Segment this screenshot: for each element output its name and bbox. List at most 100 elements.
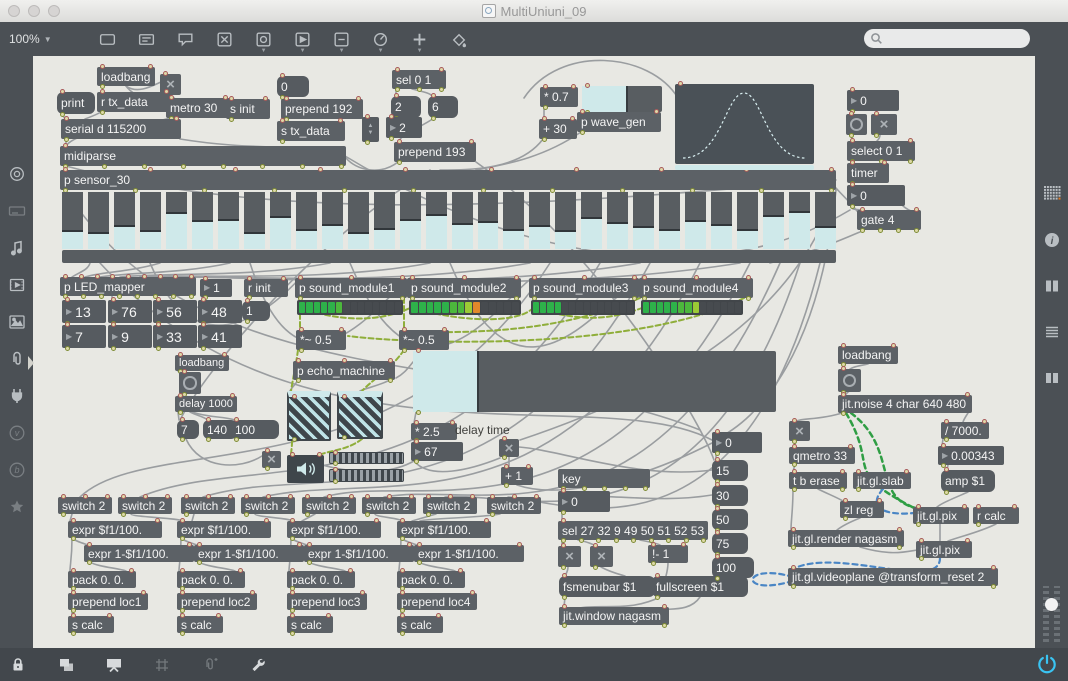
button-tr[interactable] <box>846 111 867 138</box>
multislider-column[interactable] <box>763 192 785 249</box>
gain-h1[interactable] <box>329 450 404 466</box>
toggle-qmetro[interactable]: × <box>789 418 810 444</box>
layers-icon[interactable] <box>56 655 76 675</box>
obj-r-calc[interactable]: r calc <box>973 504 1019 527</box>
obj-jit-gl-pix-1[interactable]: jit.gl.pix <box>913 504 969 527</box>
slider-wave[interactable] <box>582 83 662 115</box>
gain-h2[interactable] <box>329 467 404 484</box>
multislider-column[interactable] <box>711 192 733 249</box>
obj-gate-4[interactable]: gate 4 <box>857 207 921 233</box>
obj-switch2-3[interactable]: switch 2 <box>181 494 235 517</box>
incdec-1[interactable]: ▲ ▼ <box>362 114 379 145</box>
new-object-icon[interactable] <box>94 25 122 53</box>
msg-75[interactable]: 75 <box>712 530 748 557</box>
gain-v1[interactable] <box>287 391 331 442</box>
multislider-column[interactable] <box>399 192 421 249</box>
obj-prepend-loc3[interactable]: prepend loc3 <box>287 590 367 613</box>
obj-switch2-1[interactable]: switch 2 <box>58 494 112 517</box>
obj-s-calc-3[interactable]: s calc <box>287 613 333 636</box>
msg-100b[interactable]: 100 <box>712 554 754 581</box>
multislider-column[interactable] <box>191 192 213 249</box>
multislider-column[interactable] <box>113 192 135 249</box>
obj-prepend-loc2[interactable]: prepend loc2 <box>177 590 257 613</box>
multislider-column[interactable] <box>321 192 343 249</box>
obj-sound-module3[interactable]: p sound_module3 <box>529 275 639 301</box>
image-browser-icon[interactable] <box>7 312 27 332</box>
obj-switch2-4[interactable]: switch 2 <box>241 494 295 517</box>
toggle-tr[interactable]: × <box>871 111 897 138</box>
num-48[interactable]: ▶ 48 <box>198 297 242 326</box>
multislider-column[interactable] <box>425 192 447 249</box>
obj-pack-2[interactable]: pack 0. 0. <box>177 568 245 591</box>
obj-mult-07[interactable]: * 0.7 <box>540 84 578 110</box>
obj-r-init[interactable]: r init <box>244 276 288 300</box>
obj-s-calc-4[interactable]: s calc <box>397 613 443 636</box>
msg-print[interactable]: print <box>57 89 95 117</box>
slider-delay[interactable] <box>413 348 776 415</box>
obj-sound-module4[interactable]: p sound_module4 <box>639 275 753 301</box>
obj-jit-gl-render[interactable]: jit.gl.render nagasm <box>788 527 904 550</box>
audio-status-icon[interactable] <box>7 164 27 184</box>
msg-30[interactable]: 30 <box>712 482 748 509</box>
msg-2[interactable]: 2 <box>391 93 421 121</box>
num-0-tr2[interactable]: ▶ 0 <box>847 182 905 209</box>
obj-prepend-loc1[interactable]: prepend loc1 <box>68 590 148 613</box>
obj-expr2-2[interactable]: expr 1-$f1/100. <box>194 542 304 565</box>
close-button[interactable] <box>8 5 20 17</box>
obj-prepend-loc4[interactable]: prepend loc4 <box>397 590 477 613</box>
obj-pack-4[interactable]: pack 0. 0. <box>397 568 465 591</box>
multislider-column[interactable] <box>477 192 499 249</box>
msg-1[interactable]: 1 <box>242 298 270 324</box>
sensor-multislider[interactable] <box>62 192 837 249</box>
obj-s-calc-1[interactable]: s calc <box>68 613 114 636</box>
obj-sig-mult-a[interactable]: *~ 0.5 <box>296 327 346 353</box>
obj-prepend-192[interactable]: prepend 192 <box>281 96 363 122</box>
obj-expr1-4[interactable]: expr $f1/100. <box>397 518 491 541</box>
reference-book-icon[interactable] <box>1042 368 1062 388</box>
search-input[interactable] <box>864 29 1030 48</box>
multislider-column[interactable] <box>815 192 837 249</box>
wrench-icon[interactable] <box>248 655 268 675</box>
zoom-button[interactable] <box>48 5 60 17</box>
button-delay[interactable] <box>179 369 201 397</box>
scope-display[interactable] <box>675 81 814 164</box>
obj-notminus-1[interactable]: !- 1 <box>648 542 688 566</box>
obj-pack-1[interactable]: pack 0. 0. <box>68 568 136 591</box>
multislider-column[interactable] <box>373 192 395 249</box>
obj-switch2-5[interactable]: switch 2 <box>302 494 356 517</box>
attach-plus-icon[interactable] <box>200 655 220 675</box>
obj-switch2-2[interactable]: switch 2 <box>118 494 172 517</box>
multislider-column[interactable] <box>62 192 83 249</box>
decrement-icon[interactable]: ▼ <box>368 130 374 137</box>
num-41[interactable]: ▶ 41 <box>198 322 242 351</box>
obj-switch2-7[interactable]: switch 2 <box>423 494 477 517</box>
multislider-column[interactable] <box>685 192 707 249</box>
grid-packages-icon[interactable] <box>1042 184 1062 204</box>
num-33[interactable]: ▶ 33 <box>153 322 197 351</box>
button-noise[interactable] <box>838 366 861 395</box>
multislider-column[interactable] <box>633 192 655 249</box>
obj-plus-1[interactable]: + 1 <box>501 464 533 488</box>
new-dial-icon[interactable]: ▼ <box>367 25 395 54</box>
obj-div-7000[interactable]: / 7000. <box>941 419 989 442</box>
obj-sel-keys[interactable]: sel 27 32 9 49 50 51 52 53 <box>558 518 708 543</box>
obj-mult-25[interactable]: * 2.5 <box>411 420 457 443</box>
multislider-column[interactable] <box>451 192 473 249</box>
num-0-tr[interactable]: ▶ 0 <box>847 87 899 114</box>
new-message-icon[interactable] <box>133 25 161 53</box>
msg-fsmenubar[interactable]: fsmenubar $1 <box>559 573 655 600</box>
speaker-ezdac[interactable] <box>287 452 324 483</box>
plug-icon[interactable] <box>7 386 27 406</box>
num-67[interactable]: ▶ 67 <box>411 439 463 464</box>
msg-50[interactable]: 50 <box>712 506 748 533</box>
obj-expr1-1[interactable]: expr $f1/100. <box>68 518 162 541</box>
obj-qmetro-33[interactable]: qmetro 33 <box>789 444 855 467</box>
num-000343[interactable]: ▶ 0.00343 <box>938 443 1004 468</box>
favorites-star-icon[interactable] <box>7 497 27 517</box>
video-clips-icon[interactable] <box>7 275 27 295</box>
multislider-column[interactable] <box>737 192 759 249</box>
obj-p-wave-gen[interactable]: p wave_gen <box>577 109 661 135</box>
obj-jit-noise[interactable]: jit.noise 4 char 640 480 <box>838 392 972 416</box>
msg-0-a[interactable]: 0 <box>277 73 309 100</box>
list-console-icon[interactable] <box>1042 322 1062 342</box>
